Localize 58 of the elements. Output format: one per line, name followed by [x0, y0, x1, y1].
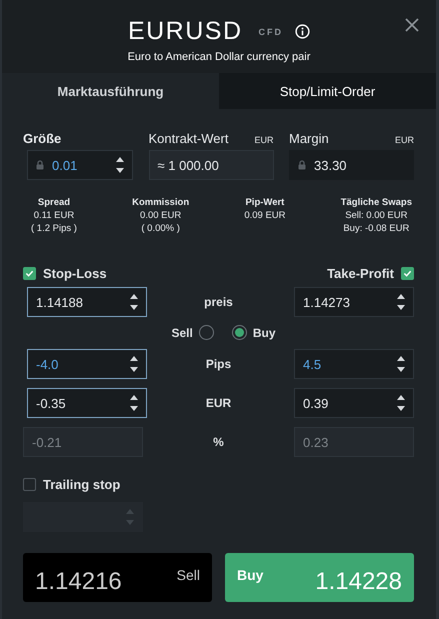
stat-label: Spread: [38, 197, 70, 208]
close-icon[interactable]: [405, 18, 419, 32]
radio-label: Sell: [171, 326, 193, 340]
spinner-icon[interactable]: [130, 293, 138, 311]
spinner-icon[interactable]: [397, 394, 405, 412]
stat-value: ( 1.2 Pips ): [31, 223, 77, 234]
input-field[interactable]: -4.0: [27, 349, 147, 379]
checkbox[interactable]: [23, 478, 36, 491]
field-label: Kontrakt-Wert: [148, 131, 228, 146]
field-label: Größe: [23, 131, 62, 146]
checkbox-label: Trailing stop: [43, 477, 120, 492]
radio-button[interactable]: [232, 325, 247, 340]
input-field: 33.30: [289, 150, 414, 180]
input-field[interactable]: 1.14273: [294, 287, 414, 317]
tab[interactable]: Marktausführung: [2, 73, 219, 109]
input-field[interactable]: 1.14188: [27, 287, 147, 317]
field-label: Margin: [289, 131, 329, 146]
input-field: -0.21: [23, 427, 143, 457]
row-label: EUR: [206, 396, 232, 410]
unit-label: EUR: [394, 135, 414, 145]
stat-value: 0.09 EUR: [244, 210, 286, 221]
dialog-subtitle: Euro to American Dollar currency pair: [128, 51, 310, 63]
dialog-title: EURUSD: [128, 17, 243, 46]
info-icon[interactable]: [295, 24, 310, 39]
stat-value: Buy: -0.08 EUR: [343, 223, 410, 234]
stat-value: 0.00 EUR: [140, 210, 182, 221]
row-label: %: [213, 435, 224, 449]
lock-icon: [298, 160, 306, 170]
unit-label: EUR: [254, 135, 274, 145]
radio-button[interactable]: [198, 325, 214, 340]
spinner-icon[interactable]: [397, 355, 405, 373]
instrument-type: CFD: [258, 26, 284, 36]
spinner-icon[interactable]: [397, 293, 405, 311]
stat-value: 0.11 EUR: [34, 210, 74, 221]
checkbox[interactable]: [23, 267, 36, 280]
input-field: ≈ 1 000.00: [148, 150, 274, 180]
input-field[interactable]: 0.39: [294, 388, 414, 418]
stat-label: Tägliche Swaps: [340, 197, 412, 208]
spinner-icon[interactable]: [130, 394, 138, 412]
radio-label: Buy: [252, 326, 276, 340]
checkbox-label: Take-Profit: [327, 266, 394, 281]
lock-icon: [36, 160, 44, 170]
checkbox[interactable]: [401, 267, 414, 280]
stat-label: Kommission: [132, 197, 190, 208]
checkbox-label: Stop-Loss: [43, 266, 107, 281]
stat-label: Pip-Wert: [245, 197, 284, 208]
row-label: preis: [204, 295, 233, 309]
sell-button[interactable]: 1.14216 Sell: [23, 553, 212, 602]
tab[interactable]: Stop/Limit-Order: [219, 73, 436, 109]
stat-value: Sell: 0.00 EUR: [345, 210, 408, 221]
input-field[interactable]: 0.01: [27, 150, 133, 180]
input-field: 0.23: [294, 427, 414, 457]
row-label: Pips: [206, 357, 232, 371]
spinner-icon[interactable]: [130, 355, 138, 373]
spinner-icon[interactable]: [116, 156, 124, 174]
stat-value: ( 0.00% ): [141, 223, 180, 234]
input-field[interactable]: 4.5: [294, 349, 414, 379]
input-field[interactable]: -0.35: [27, 388, 147, 418]
